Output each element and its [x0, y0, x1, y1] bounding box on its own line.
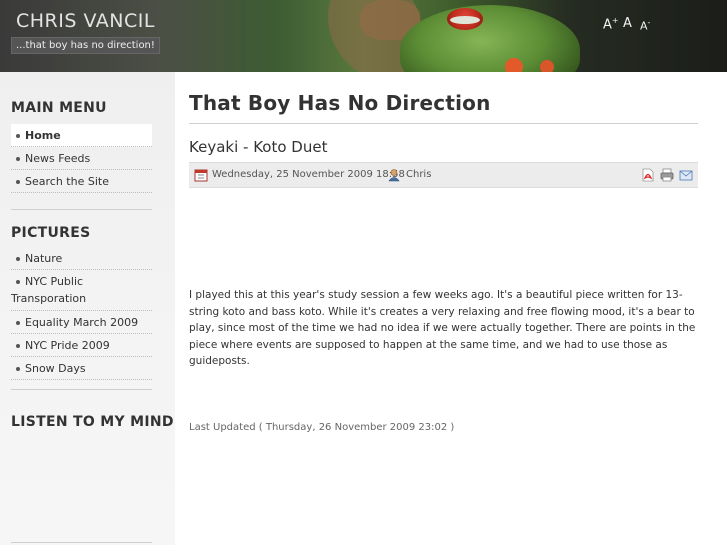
site-title[interactable]: CHRIS VANCIL — [16, 10, 155, 32]
last-updated: Last Updated ( Thursday, 26 November 200… — [189, 422, 455, 433]
pdf-icon[interactable] — [641, 168, 655, 182]
pictures-menu: Nature NYC Public Transporation Equality… — [11, 247, 152, 380]
pictures-title: PICTURES — [11, 225, 91, 241]
menu-item-equality-march-2009[interactable]: Equality March 2009 — [11, 311, 152, 334]
site-slogan: ...that boy has no direction! — [11, 37, 160, 54]
module-divider — [11, 209, 152, 210]
header-artwork-toe — [505, 58, 523, 72]
font-increase-button[interactable]: A+ — [603, 16, 619, 32]
main-menu-title: MAIN MENU — [11, 100, 107, 116]
email-icon[interactable] — [679, 168, 693, 182]
module-divider — [11, 389, 152, 390]
author-icon — [388, 169, 400, 182]
menu-item-label-line2: Transporation — [11, 292, 87, 305]
main-menu: Home News Feeds Search the Site — [11, 124, 152, 193]
article-info-bar: Wednesday, 25 November 2009 18:58 Chris — [189, 162, 698, 188]
font-reset-button[interactable]: A — [623, 16, 632, 31]
font-decrease-label: A — [640, 19, 648, 33]
listen-title: LISTEN TO MY MIND — [11, 414, 174, 430]
header-artwork-eyelid — [450, 16, 480, 24]
header-artwork-toe — [540, 60, 554, 72]
font-decrease-mark: - — [647, 18, 651, 27]
menu-item-label: NYC Public — [25, 275, 84, 288]
menu-item-news-feeds[interactable]: News Feeds — [11, 147, 152, 170]
article-author: Chris — [406, 169, 432, 180]
article-title[interactable]: Keyaki - Koto Duet — [189, 138, 327, 156]
font-decrease-button[interactable]: A- — [640, 18, 650, 33]
header-artwork-frog — [400, 5, 580, 72]
main-content: That Boy Has No Direction Keyaki - Koto … — [175, 72, 727, 545]
menu-item-nature[interactable]: Nature — [11, 247, 152, 270]
article-date: Wednesday, 25 November 2009 18:58 — [212, 169, 405, 180]
menu-item-nyc-public-transporation[interactable]: NYC Public Transporation — [11, 270, 152, 311]
page-title: That Boy Has No Direction — [189, 91, 491, 115]
article-body: I played this at this year's study sessi… — [189, 289, 696, 367]
menu-item-search-the-site[interactable]: Search the Site — [11, 170, 152, 193]
module-divider — [11, 542, 152, 543]
menu-item-snow-days[interactable]: Snow Days — [11, 357, 152, 380]
print-icon[interactable] — [660, 168, 674, 182]
site-header: CHRIS VANCIL ...that boy has no directio… — [0, 0, 727, 72]
heading-divider — [189, 123, 698, 124]
menu-item-home[interactable]: Home — [11, 124, 152, 147]
left-sidebar: MAIN MENU Home News Feeds Search the Sit… — [0, 72, 175, 545]
font-increase-mark: + — [611, 16, 619, 25]
menu-item-nyc-pride-2009[interactable]: NYC Pride 2009 — [11, 334, 152, 357]
font-increase-label: A — [603, 17, 612, 33]
calendar-icon — [194, 169, 208, 182]
